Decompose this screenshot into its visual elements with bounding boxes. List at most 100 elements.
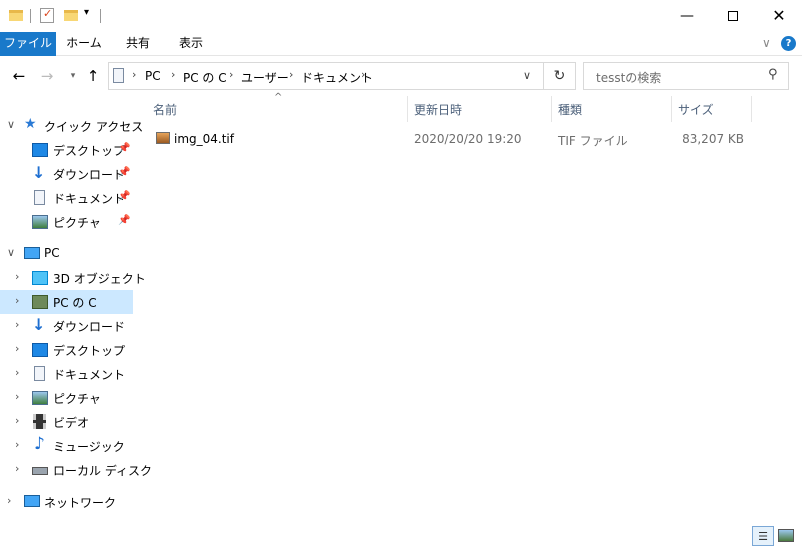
nav-label: ピクチャ bbox=[53, 392, 101, 406]
details-view-icon[interactable]: ☰ bbox=[752, 526, 774, 546]
chevron-down-icon[interactable]: ∨ bbox=[7, 118, 15, 131]
download-icon: ↓ bbox=[32, 315, 46, 334]
video-icon bbox=[33, 414, 46, 429]
computer-icon bbox=[24, 247, 40, 259]
breadcrumb-separator: › bbox=[171, 68, 176, 81]
pictures-icon bbox=[32, 215, 48, 229]
pin-icon[interactable]: 📌 bbox=[118, 167, 130, 178]
large-icons-view-icon[interactable] bbox=[778, 529, 794, 542]
file-date: 2020/20/20 19:20 bbox=[414, 132, 522, 146]
customize-quick-access-icon[interactable]: ▾ bbox=[84, 7, 89, 18]
new-folder-icon[interactable] bbox=[64, 10, 78, 21]
nav-qa-documents[interactable]: ドキュメント 📌 bbox=[0, 186, 133, 210]
nav-videos[interactable]: › ビデオ bbox=[0, 410, 133, 434]
search-icon[interactable]: ⚲ bbox=[768, 67, 778, 82]
separator bbox=[30, 9, 31, 23]
chevron-right-icon[interactable]: › bbox=[15, 390, 19, 403]
nav-pictures[interactable]: › ピクチャ bbox=[0, 386, 133, 410]
search-box[interactable]: tesstの検索 ⚲ bbox=[583, 62, 789, 90]
column-divider[interactable] bbox=[407, 96, 408, 122]
breadcrumb-drive-c[interactable]: PC の C bbox=[183, 69, 227, 86]
column-header-type[interactable]: 種類 bbox=[558, 102, 582, 124]
column-divider[interactable] bbox=[751, 96, 752, 122]
refresh-button[interactable]: ↻ bbox=[544, 62, 576, 90]
pin-icon[interactable]: 📌 bbox=[118, 191, 130, 202]
expand-ribbon-icon[interactable]: ∨ bbox=[762, 36, 771, 50]
nav-drive-c[interactable]: › PC の C bbox=[0, 290, 133, 314]
nav-documents[interactable]: › ドキュメント bbox=[0, 362, 133, 386]
column-header-date[interactable]: 更新日時 bbox=[414, 102, 462, 124]
column-header-size[interactable]: サイズ bbox=[678, 102, 714, 124]
chevron-right-icon[interactable]: › bbox=[15, 414, 19, 427]
chevron-right-icon[interactable]: › bbox=[15, 294, 19, 307]
nav-label: ネットワーク bbox=[44, 496, 117, 510]
nav-label: ドキュメント bbox=[53, 368, 126, 382]
download-icon: ↓ bbox=[32, 163, 46, 182]
chevron-right-icon[interactable]: › bbox=[15, 342, 19, 355]
close-button[interactable]: ✕ bbox=[756, 0, 802, 31]
chevron-down-icon[interactable]: ∨ bbox=[523, 69, 531, 82]
forward-button[interactable]: → bbox=[36, 64, 58, 88]
tab-home[interactable]: ホーム bbox=[56, 32, 112, 56]
address-row: ← → ▾ ↑ › PC › PC の C › ユーザー › ドキュメント › … bbox=[0, 56, 802, 96]
pictures-icon bbox=[32, 391, 48, 405]
up-button[interactable]: ↑ bbox=[82, 64, 104, 88]
maximize-button[interactable] bbox=[710, 0, 756, 31]
column-divider[interactable] bbox=[671, 96, 672, 122]
minimize-button[interactable]: — bbox=[664, 0, 710, 31]
chevron-down-icon[interactable]: ∨ bbox=[7, 246, 15, 259]
chevron-right-icon[interactable]: › bbox=[15, 462, 19, 475]
pin-icon[interactable]: 📌 bbox=[118, 143, 130, 154]
title-bar: ✓ ▾ — ✕ bbox=[0, 0, 802, 32]
breadcrumb-separator: › bbox=[132, 68, 137, 81]
nav-label: デスクトップ bbox=[53, 344, 126, 358]
sort-ascending-icon: ^ bbox=[274, 92, 283, 103]
star-icon: ★ bbox=[24, 116, 37, 132]
nav-local-disk[interactable]: › ローカル ディスク bbox=[0, 458, 152, 482]
nav-desktop[interactable]: › デスクトップ bbox=[0, 338, 133, 362]
chevron-right-icon[interactable]: › bbox=[15, 318, 19, 331]
address-bar[interactable]: › PC › PC の C › ユーザー › ドキュメント › ∨ bbox=[108, 62, 544, 90]
table-row[interactable]: img_04.tif 2020/20/20 19:20 TIF ファイル 83,… bbox=[140, 128, 760, 150]
network-drive-icon bbox=[32, 295, 48, 309]
properties-icon[interactable]: ✓ bbox=[40, 7, 54, 23]
chevron-right-icon[interactable]: › bbox=[15, 366, 19, 379]
recent-locations-button[interactable]: ▾ bbox=[62, 64, 84, 88]
3d-objects-icon bbox=[32, 271, 48, 285]
help-icon[interactable]: ? bbox=[781, 36, 796, 51]
view-toggle: ☰ bbox=[752, 526, 798, 546]
document-icon bbox=[113, 68, 124, 83]
nav-network[interactable]: › ネットワーク bbox=[0, 490, 133, 514]
music-icon: ♪ bbox=[34, 434, 45, 454]
search-input[interactable]: tesstの検索 bbox=[596, 69, 661, 86]
nav-qa-pictures[interactable]: ピクチャ 📌 bbox=[0, 210, 133, 234]
breadcrumb-pc[interactable]: PC bbox=[145, 69, 161, 83]
nav-label: ドキュメント bbox=[53, 192, 126, 206]
nav-qa-desktop[interactable]: デスクトップ 📌 bbox=[0, 138, 133, 162]
chevron-right-icon[interactable]: › bbox=[7, 494, 11, 507]
nav-pc[interactable]: ∨ PC bbox=[0, 242, 133, 266]
breadcrumb-users[interactable]: ユーザー bbox=[241, 69, 289, 86]
navigation-pane: ∨ ★ クイック アクセス デスクトップ 📌 ↓ ダウンロード 📌 ドキュメント… bbox=[0, 96, 152, 516]
nav-downloads[interactable]: › ↓ ダウンロード bbox=[0, 314, 133, 338]
nav-quick-access[interactable]: ∨ ★ クイック アクセス bbox=[0, 114, 143, 138]
chevron-right-icon[interactable]: › bbox=[15, 438, 19, 451]
document-icon bbox=[34, 366, 45, 381]
nav-label: デスクトップ bbox=[53, 144, 126, 158]
column-header-name[interactable]: 名前 bbox=[153, 102, 177, 124]
tab-view[interactable]: 表示 bbox=[164, 32, 218, 56]
back-button[interactable]: ← bbox=[8, 64, 30, 88]
column-divider[interactable] bbox=[551, 96, 552, 122]
nav-3d-objects[interactable]: › 3D オブジェクト bbox=[0, 266, 146, 290]
pin-icon[interactable]: 📌 bbox=[118, 215, 130, 226]
nav-music[interactable]: › ♪ ミュージック bbox=[0, 434, 133, 458]
file-name[interactable]: img_04.tif bbox=[174, 132, 234, 146]
tab-share[interactable]: 共有 bbox=[112, 32, 164, 56]
desktop-icon bbox=[32, 143, 48, 157]
nav-label: ダウンロード bbox=[53, 168, 126, 182]
nav-qa-downloads[interactable]: ↓ ダウンロード 📌 bbox=[0, 162, 133, 186]
nav-label: ダウンロード bbox=[53, 320, 126, 334]
tab-file[interactable]: ファイル bbox=[0, 32, 56, 56]
chevron-right-icon[interactable]: › bbox=[15, 270, 19, 283]
breadcrumb-separator: › bbox=[289, 68, 294, 81]
